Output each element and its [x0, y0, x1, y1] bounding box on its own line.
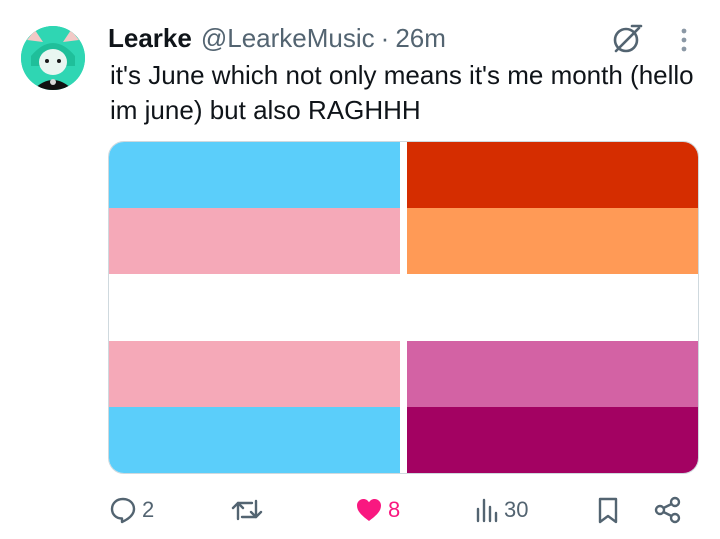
tweet-timestamp[interactable]: 26m — [395, 23, 446, 54]
views-icon — [474, 495, 500, 525]
reply-button[interactable]: 2 — [108, 490, 154, 530]
avatar[interactable] — [21, 26, 85, 90]
avatar-image — [21, 26, 85, 90]
flag-stripe — [109, 406, 400, 473]
grok-icon[interactable] — [610, 22, 644, 56]
heart-icon — [354, 495, 384, 525]
views-count: 30 — [504, 497, 529, 522]
tweet-media[interactable] — [108, 141, 699, 474]
flag-stripe — [109, 208, 400, 275]
like-count: 8 — [388, 497, 401, 522]
reply-count: 2 — [142, 497, 155, 522]
flag-stripe — [109, 340, 400, 407]
more-icon[interactable] — [672, 24, 696, 56]
flag-stripe — [407, 406, 698, 473]
flag-stripe — [407, 274, 698, 341]
author-name[interactable]: Learke — [108, 23, 192, 54]
flag-stripe — [407, 340, 698, 407]
views-button[interactable]: 30 — [474, 490, 528, 530]
reply-icon — [108, 495, 138, 525]
header-separator: · — [380, 22, 390, 53]
tweet-text: it's June which not only means it's me m… — [110, 60, 694, 125]
lesbian-flag-image[interactable] — [407, 142, 698, 473]
repost-icon — [230, 495, 264, 525]
repost-button[interactable] — [230, 490, 268, 530]
bookmark-button[interactable] — [594, 490, 622, 530]
bookmark-icon — [594, 495, 622, 525]
flag-stripe — [109, 142, 400, 209]
flag-stripe — [407, 208, 698, 275]
flag-stripe — [407, 142, 698, 209]
share-button[interactable] — [652, 490, 684, 530]
author-handle[interactable]: @LearkeMusic — [201, 23, 375, 54]
action-bar: 2 8 30 — [0, 490, 720, 530]
tweet-header: Learke @LearkeMusic · 26m — [108, 20, 446, 56]
like-button[interactable]: 8 — [354, 490, 400, 530]
transgender-flag-image[interactable] — [109, 142, 400, 473]
share-icon — [652, 495, 684, 525]
flag-stripe — [109, 274, 400, 341]
